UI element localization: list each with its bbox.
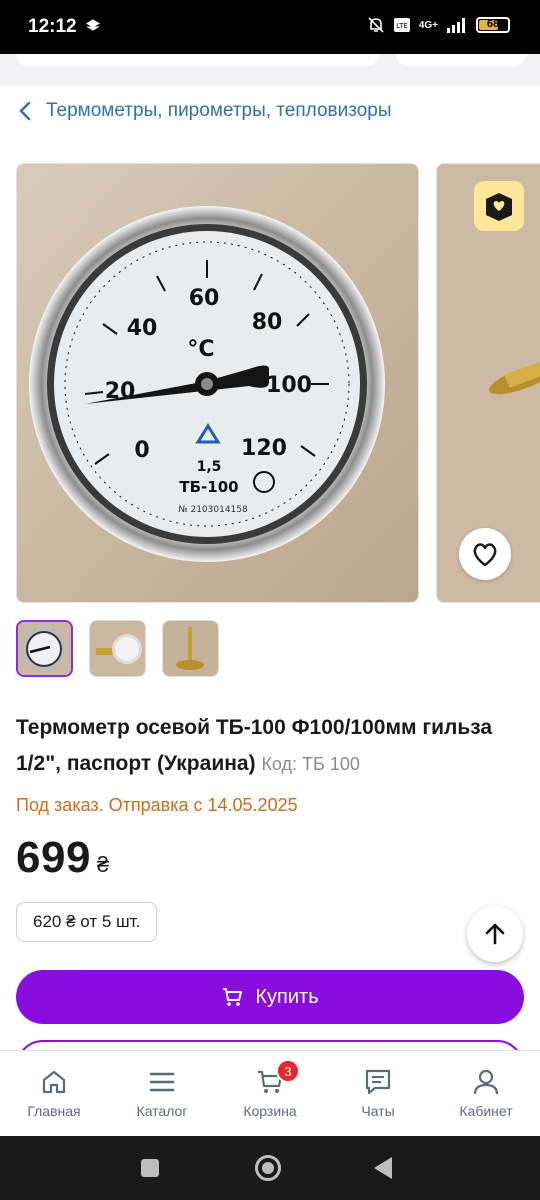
favorite-button[interactable] (459, 528, 511, 580)
top-cards-strip (0, 54, 540, 86)
product-title: Термометр осевой ТБ-100 Ф100/100мм гильз… (16, 710, 516, 782)
nav-account[interactable]: Кабинет (432, 1051, 540, 1136)
nav-chats-label: Чаты (361, 1103, 395, 1119)
nav-home[interactable]: Главная (0, 1051, 108, 1136)
buy-label: Купить (255, 985, 319, 1008)
nav-catalog-label: Каталог (136, 1103, 188, 1119)
network-type: 4G+ (418, 19, 438, 31)
price: 699 ₴ (16, 833, 109, 883)
product-photo[interactable]: 0 20 40 60 80 100 120 °C 1,5 ТБ-100 № 21… (16, 163, 419, 603)
chevron-left-icon[interactable] (18, 101, 32, 121)
volte-icon: LTE (393, 18, 410, 32)
breadcrumb[interactable]: Термометры, пирометры, тепловизоры (18, 100, 392, 122)
menu-icon (149, 1072, 175, 1092)
price-value: 699 (16, 833, 91, 882)
user-icon (473, 1069, 499, 1095)
dial-tick-60: 60 (189, 286, 220, 311)
home-button-icon[interactable] (255, 1155, 281, 1181)
top-card[interactable] (396, 54, 526, 66)
product-code: Код: ТБ 100 (261, 754, 360, 774)
thumbnail[interactable] (162, 620, 219, 677)
dial-tick-0: 0 (134, 438, 149, 463)
thermometer-image: 0 20 40 60 80 100 120 °C 1,5 ТБ-100 № 21… (17, 164, 418, 602)
box-heart-icon[interactable] (474, 181, 524, 231)
product-title-text: Термометр осевой ТБ-100 Ф100/100мм гильз… (16, 716, 493, 775)
thumbnail[interactable] (89, 620, 146, 677)
price-currency: ₴ (96, 852, 110, 877)
wholesale-price: 620 ₴ от 5 шт. (16, 902, 158, 942)
nav-account-label: Кабинет (459, 1103, 513, 1119)
signal-icon (447, 18, 465, 33)
nav-chats[interactable]: Чаты (324, 1051, 432, 1136)
thumbnail-strip (16, 620, 219, 677)
bottom-nav: Главная Каталог Корзина 3 Чаты Кабинет (0, 1050, 540, 1136)
dial-tick-120: 120 (241, 436, 287, 461)
system-nav-bar (0, 1136, 540, 1200)
cart-count-badge: 3 (276, 1059, 300, 1083)
battery-level: 68 (486, 18, 500, 30)
breadcrumb-label[interactable]: Термометры, пирометры, тепловизоры (46, 100, 392, 122)
dial-unit: °C (187, 337, 214, 362)
nav-cart[interactable]: Корзина 3 (216, 1051, 324, 1136)
dial-model: ТБ-100 (179, 478, 238, 496)
recents-icon[interactable] (141, 1159, 159, 1177)
arrow-up-icon (485, 923, 505, 945)
layers-icon (86, 19, 100, 31)
dial-tick-80: 80 (252, 310, 283, 335)
nav-home-label: Главная (27, 1103, 81, 1119)
heart-icon (473, 543, 497, 567)
nav-cart-label: Корзина (243, 1103, 297, 1119)
status-icons: LTE 4G+ 68 (367, 16, 510, 34)
battery-icon: 68 (476, 17, 510, 33)
dial-serial: № 2103014158 (178, 505, 248, 515)
mute-icon (368, 17, 384, 33)
cart-icon (223, 988, 243, 1006)
home-icon (42, 1070, 66, 1094)
buy-button[interactable]: Купить (16, 970, 524, 1024)
nav-catalog[interactable]: Каталог (108, 1051, 216, 1136)
chat-icon (365, 1069, 391, 1095)
status-bar: 12:12 LTE 4G+ 68 (0, 0, 540, 54)
dial-tick-100: 100 (266, 373, 312, 398)
status-time: 12:12 (28, 16, 77, 37)
dial-tick-40: 40 (127, 316, 158, 341)
back-icon[interactable] (374, 1157, 392, 1179)
scroll-top-button[interactable] (467, 906, 523, 962)
thumbnail[interactable] (16, 620, 73, 677)
top-card[interactable] (16, 54, 379, 66)
product-gallery[interactable]: 0 20 40 60 80 100 120 °C 1,5 ТБ-100 № 21… (0, 163, 540, 603)
order-status: Под заказ. Отправка с 14.05.2025 (16, 795, 298, 815)
svg-text:LTE: LTE (396, 22, 408, 30)
dial-accuracy: 1,5 (197, 459, 222, 475)
